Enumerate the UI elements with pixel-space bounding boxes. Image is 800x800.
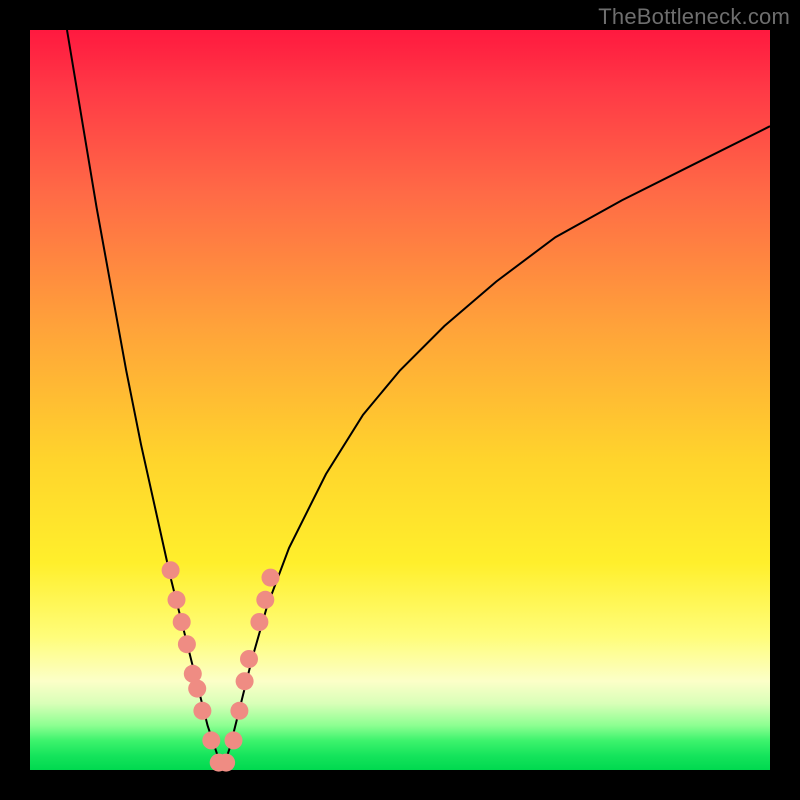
marker-dot — [188, 680, 206, 698]
marker-dot — [178, 635, 196, 653]
marker-dot — [193, 702, 211, 720]
marker-dot — [262, 569, 280, 587]
marker-dot — [217, 754, 235, 772]
marker-dot — [162, 561, 180, 579]
bottleneck-chart — [0, 0, 800, 800]
marker-dot — [225, 731, 243, 749]
marker-dot — [173, 613, 191, 631]
marker-dot — [168, 591, 186, 609]
marker-dot — [250, 613, 268, 631]
marker-dot — [256, 591, 274, 609]
curve-right-curve — [222, 126, 770, 770]
marker-dot — [202, 731, 220, 749]
marker-dot — [236, 672, 254, 690]
curve-left-curve — [67, 30, 222, 770]
watermark-text: TheBottleneck.com — [598, 4, 790, 30]
marker-dot — [230, 702, 248, 720]
curves-group — [67, 30, 770, 770]
marker-dots-group — [162, 561, 280, 771]
marker-dot — [240, 650, 258, 668]
